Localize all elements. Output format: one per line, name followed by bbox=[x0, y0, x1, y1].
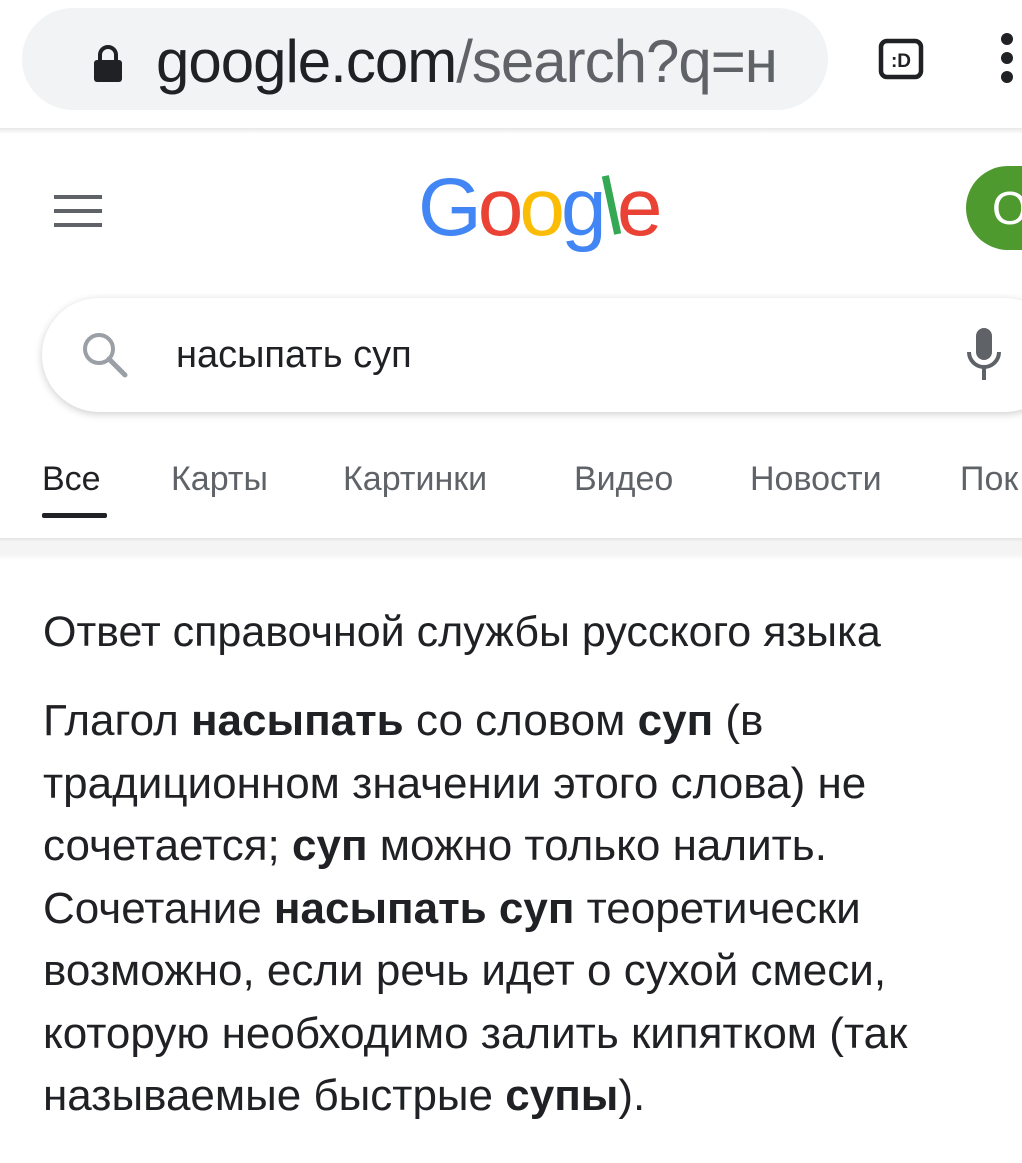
answer-bold-term: насыпать bbox=[190, 696, 404, 745]
tab-shopping[interactable]: Пок bbox=[960, 454, 1018, 504]
logo-letter: o bbox=[519, 162, 565, 253]
answer-line: возможно, если речь идет о сухой смеси, bbox=[43, 940, 1018, 1003]
answer-text: которую необходимо залить кипятком (так bbox=[43, 1008, 908, 1058]
search-input[interactable]: насыпать суп bbox=[176, 328, 412, 382]
answer-text: Сочетание bbox=[43, 883, 274, 933]
logo-letter: G bbox=[418, 162, 482, 253]
hamburger-menu-icon[interactable] bbox=[54, 194, 102, 228]
tabs-divider bbox=[0, 538, 1022, 560]
tab-images[interactable]: Картинки bbox=[343, 454, 487, 504]
answer-text: со словом bbox=[403, 696, 638, 745]
answer-bold-term: супы bbox=[505, 1071, 619, 1120]
answer-line: Сочетание насыпать суп теоретически bbox=[43, 878, 1018, 941]
tab-news[interactable]: Новости bbox=[750, 454, 882, 504]
search-icon[interactable] bbox=[80, 330, 130, 380]
logo-letter: o bbox=[477, 162, 524, 253]
mic-icon[interactable] bbox=[964, 326, 1004, 382]
tabs-count-label: :D bbox=[891, 51, 911, 72]
answer-line: традиционном значении этого слова) не bbox=[43, 753, 1018, 816]
search-tabs: Все Карты Картинки Видео Новости Пок bbox=[0, 440, 1022, 540]
active-tab-indicator bbox=[42, 513, 107, 518]
answer-text: теоретически bbox=[574, 883, 861, 933]
answer-text: называемые быстрые bbox=[43, 1071, 506, 1120]
more-vert-icon[interactable] bbox=[994, 32, 1022, 84]
answer-line: называемые быстрые супы). bbox=[43, 1065, 1018, 1128]
answer-bold-term: суп bbox=[292, 821, 368, 870]
lock-icon bbox=[94, 45, 122, 82]
answer-line: Глагол насыпать со словом суп (в bbox=[43, 690, 1018, 753]
search-box[interactable]: насыпать суп bbox=[42, 298, 1022, 412]
tab-all[interactable]: Все bbox=[42, 454, 101, 504]
answer-body: Глагол насыпать со словом суп (в традицио… bbox=[43, 690, 1018, 1128]
tabs-icon[interactable]: :D bbox=[878, 38, 924, 80]
answer-text: ). bbox=[618, 1071, 646, 1120]
answer-line: сочетается; суп можно только налить. bbox=[43, 815, 1018, 878]
url-text: google.com/search?q=н bbox=[156, 26, 778, 98]
address-bar[interactable]: google.com/search?q=н bbox=[22, 8, 828, 110]
google-logo[interactable]: Google bbox=[418, 158, 662, 258]
answer-text: Глагол bbox=[43, 696, 191, 745]
answer-line: которую необходимо залить кипятком (так bbox=[43, 1003, 1018, 1066]
answer-bold-term: насыпать суп bbox=[273, 883, 575, 933]
tab-maps[interactable]: Карты bbox=[171, 454, 268, 504]
answer-text: возможно, если речь идет о сухой смеси, bbox=[43, 946, 887, 995]
url-host: google.com bbox=[156, 28, 457, 95]
answer-heading[interactable]: Ответ справочной службы русского языка bbox=[43, 602, 881, 662]
tab-videos[interactable]: Видео bbox=[574, 454, 673, 504]
answer-text: (в bbox=[713, 696, 764, 745]
avatar[interactable]: О bbox=[966, 166, 1022, 250]
url-path: /search?q=н bbox=[456, 28, 778, 95]
browser-toolbar: google.com/search?q=н :D bbox=[0, 0, 1022, 130]
answer-bold-term: суп bbox=[637, 696, 714, 745]
answer-text: сочетается; bbox=[43, 821, 293, 870]
answer-text: традиционном значении этого слова) не bbox=[43, 758, 867, 808]
answer-text: можно только налить. bbox=[367, 821, 827, 870]
browser-divider bbox=[0, 128, 1022, 134]
